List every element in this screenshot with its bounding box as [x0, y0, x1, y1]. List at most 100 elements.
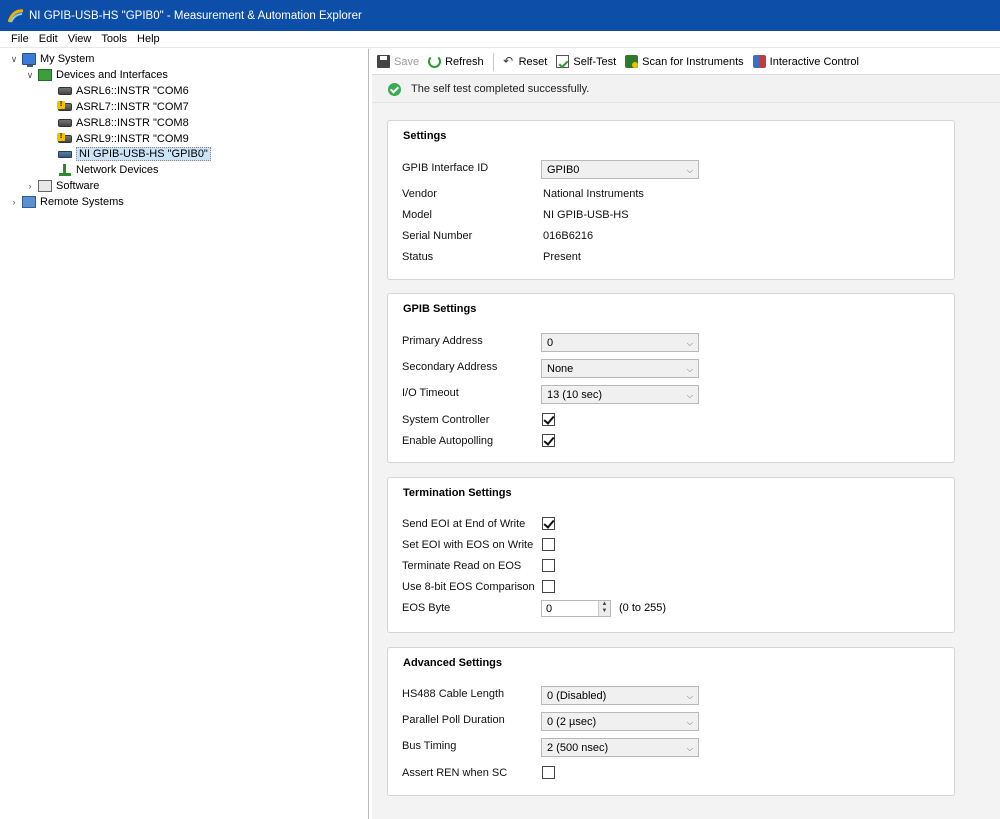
set-eoi-label: Set EOI with EOS on Write	[402, 539, 534, 551]
devices-icon	[38, 69, 52, 81]
set-eoi-checkbox[interactable]	[542, 538, 555, 551]
chevron-down-icon: ⌵	[686, 391, 693, 400]
tree-item-network-devices[interactable]: Network Devices	[44, 162, 159, 178]
reset-button[interactable]: ↶ Reset	[502, 54, 547, 68]
status-message: The self test completed successfully.	[411, 83, 590, 95]
system-controller-label: System Controller	[402, 414, 490, 426]
system-controller-checkbox[interactable]	[542, 413, 555, 426]
terminate-read-checkbox[interactable]	[542, 559, 555, 572]
scan-label: Scan for Instruments	[642, 55, 744, 68]
tree-item-devices[interactable]: ∨ Devices and Interfaces	[24, 67, 168, 83]
scan-instruments-button[interactable]: Scan for Instruments	[625, 55, 744, 68]
panel-title: Advanced Settings	[403, 657, 503, 669]
enable-autopolling-checkbox[interactable]	[542, 434, 555, 447]
tree-label: Software	[56, 180, 100, 192]
status-value: Present	[543, 251, 581, 263]
chevron-down-icon: ⌵	[686, 339, 693, 348]
secondary-address-select[interactable]: None ⌵	[541, 359, 699, 378]
interactive-control-button[interactable]: Interactive Control	[752, 55, 859, 68]
refresh-button[interactable]: Refresh	[428, 55, 484, 68]
tree-label: Devices and Interfaces	[56, 69, 168, 81]
properties-pane: Save Refresh ↶ Reset Self-Test Scan for …	[372, 49, 1000, 819]
assert-ren-checkbox[interactable]	[542, 766, 555, 779]
tree-item-software[interactable]: › Software	[24, 178, 99, 194]
chevron-down-icon: ⌵	[686, 692, 693, 701]
vendor-value: National Instruments	[543, 188, 644, 200]
eos-byte-range: (0 to 255)	[619, 602, 667, 614]
primary-address-label: Primary Address	[402, 335, 483, 347]
tree-item-asrl7[interactable]: ASRL7::INSTR "COM7	[44, 99, 189, 115]
configuration-tree[interactable]: ∨ My System ∨ Devices and Interfaces ASR…	[0, 49, 369, 819]
serial-port-icon	[58, 87, 72, 95]
expand-icon[interactable]: ›	[24, 180, 36, 192]
refresh-icon	[428, 55, 442, 68]
serial-number-label: Serial Number	[402, 230, 473, 242]
bus-timing-select[interactable]: 2 (500 nsec) ⌵	[541, 738, 699, 757]
enable-autopolling-label: Enable Autopolling	[402, 435, 494, 447]
io-timeout-value: 13 (10 sec)	[547, 388, 603, 401]
eos-byte-value: 0	[546, 602, 553, 615]
tree-item-asrl8[interactable]: ASRL8::INSTR "COM8	[44, 115, 189, 131]
interface-id-value: GPIB0	[547, 163, 580, 176]
tree-label: Remote Systems	[40, 196, 124, 208]
panel-title: GPIB Settings	[403, 303, 477, 315]
menu-tools[interactable]: Tools	[96, 33, 132, 45]
collapse-icon[interactable]: ∨	[24, 69, 36, 81]
serial-port-warning-icon	[57, 133, 72, 143]
vendor-label: Vendor	[402, 188, 437, 200]
parallel-poll-value: 0 (2 µsec)	[547, 715, 597, 728]
tree-label: ASRL6::INSTR "COM6	[76, 85, 189, 97]
status-label: Status	[402, 251, 434, 263]
send-eoi-label: Send EOI at End of Write	[402, 518, 526, 530]
menu-edit[interactable]: Edit	[34, 33, 63, 45]
chevron-down-icon: ⌵	[686, 365, 693, 374]
eight-bit-eos-checkbox[interactable]	[542, 580, 555, 593]
tree-item-asrl9[interactable]: ASRL9::INSTR "COM9	[44, 131, 189, 147]
io-timeout-select[interactable]: 13 (10 sec) ⌵	[541, 385, 699, 404]
interface-id-select[interactable]: GPIB0 ⌵	[541, 160, 699, 179]
menu-help[interactable]: Help	[132, 33, 165, 45]
tree-label: ASRL7::INSTR "COM7	[76, 101, 189, 113]
tree-item-asrl6[interactable]: ASRL6::INSTR "COM6	[44, 83, 189, 99]
tree-label: Network Devices	[76, 164, 159, 176]
menu-view[interactable]: View	[63, 33, 97, 45]
network-icon	[58, 164, 72, 176]
tree-label: NI GPIB-USB-HS "GPIB0"	[76, 147, 211, 161]
model-value: NI GPIB-USB-HS	[543, 209, 629, 221]
tree-label: My System	[40, 53, 95, 65]
save-button[interactable]: Save	[377, 55, 419, 68]
save-label: Save	[394, 55, 420, 68]
cable-length-value: 0 (Disabled)	[547, 689, 607, 702]
panel-title: Termination Settings	[403, 487, 512, 499]
spinner-arrows-icon[interactable]: ▲ ▼	[598, 601, 610, 616]
success-check-icon	[388, 82, 401, 96]
send-eoi-checkbox[interactable]	[542, 517, 555, 530]
toolbar-separator	[492, 52, 494, 71]
serial-port-icon	[58, 119, 72, 127]
expand-icon[interactable]: ›	[8, 196, 20, 208]
collapse-icon[interactable]: ∨	[8, 53, 20, 65]
cable-length-select[interactable]: 0 (Disabled) ⌵	[541, 686, 699, 705]
chevron-down-icon: ⌵	[686, 166, 693, 175]
interactive-label: Interactive Control	[769, 55, 859, 68]
serial-port-warning-icon	[57, 101, 72, 111]
window-title: NI GPIB-USB-HS "GPIB0" - Measurement & A…	[29, 9, 362, 22]
tree-item-remote-systems[interactable]: › Remote Systems	[8, 194, 124, 210]
status-banner: The self test completed successfully.	[372, 76, 1000, 103]
tree-item-gpib0[interactable]: NI GPIB-USB-HS "GPIB0"	[44, 146, 211, 162]
mae-app-icon	[7, 8, 24, 24]
eos-byte-label: EOS Byte	[402, 602, 451, 614]
primary-address-select[interactable]: 0 ⌵	[541, 333, 699, 352]
self-test-button[interactable]: Self-Test	[556, 55, 616, 68]
parallel-poll-label: Parallel Poll Duration	[402, 714, 505, 726]
reset-icon: ↶	[503, 54, 514, 68]
parallel-poll-select[interactable]: 0 (2 µsec) ⌵	[541, 712, 699, 731]
interface-id-label: GPIB Interface ID	[402, 162, 489, 174]
software-icon	[38, 180, 52, 192]
self-test-label: Self-Test	[573, 55, 617, 68]
menu-file[interactable]: File	[6, 33, 34, 45]
title-bar: NI GPIB-USB-HS "GPIB0" - Measurement & A…	[0, 0, 1000, 31]
bus-timing-value: 2 (500 nsec)	[547, 741, 609, 754]
tree-item-my-system[interactable]: ∨ My System	[8, 51, 94, 67]
eos-byte-spinner[interactable]: 0 ▲ ▼	[541, 600, 611, 617]
